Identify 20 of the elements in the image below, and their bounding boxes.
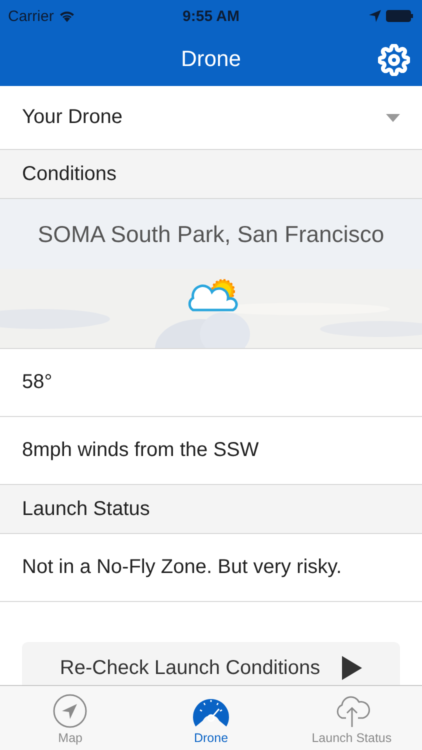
tab-bar-item[interactable]: Drone	[140, 686, 282, 750]
tab-bar-item[interactable]: Launch Status	[281, 686, 422, 750]
battery-icon	[386, 10, 414, 22]
carrier-label: Carrier	[8, 8, 54, 24]
section-header: Launch Status	[0, 485, 422, 534]
temperature-value: 58°	[22, 371, 52, 394]
wind-description: 8mph winds from the SSW	[22, 439, 259, 462]
nav-title: Drone	[181, 46, 241, 72]
location-label: SOMA South Park, San Francisco	[36, 221, 386, 248]
section-header: Conditions	[0, 150, 422, 199]
navigation-icon	[52, 694, 88, 728]
location-arrow-icon	[369, 10, 381, 22]
launch-status-message: Not in a No-Fly Zone. But very risky.	[22, 556, 342, 579]
recheck-button[interactable]: Re-Check Launch Conditions	[22, 642, 400, 685]
settings-button[interactable]	[376, 42, 412, 78]
play-icon	[342, 656, 362, 680]
tab-bar-item[interactable]: Map	[0, 686, 141, 750]
dropdown-caret-icon	[386, 114, 400, 122]
wifi-icon	[58, 10, 75, 22]
status-time: 9:55 AM	[182, 8, 240, 24]
